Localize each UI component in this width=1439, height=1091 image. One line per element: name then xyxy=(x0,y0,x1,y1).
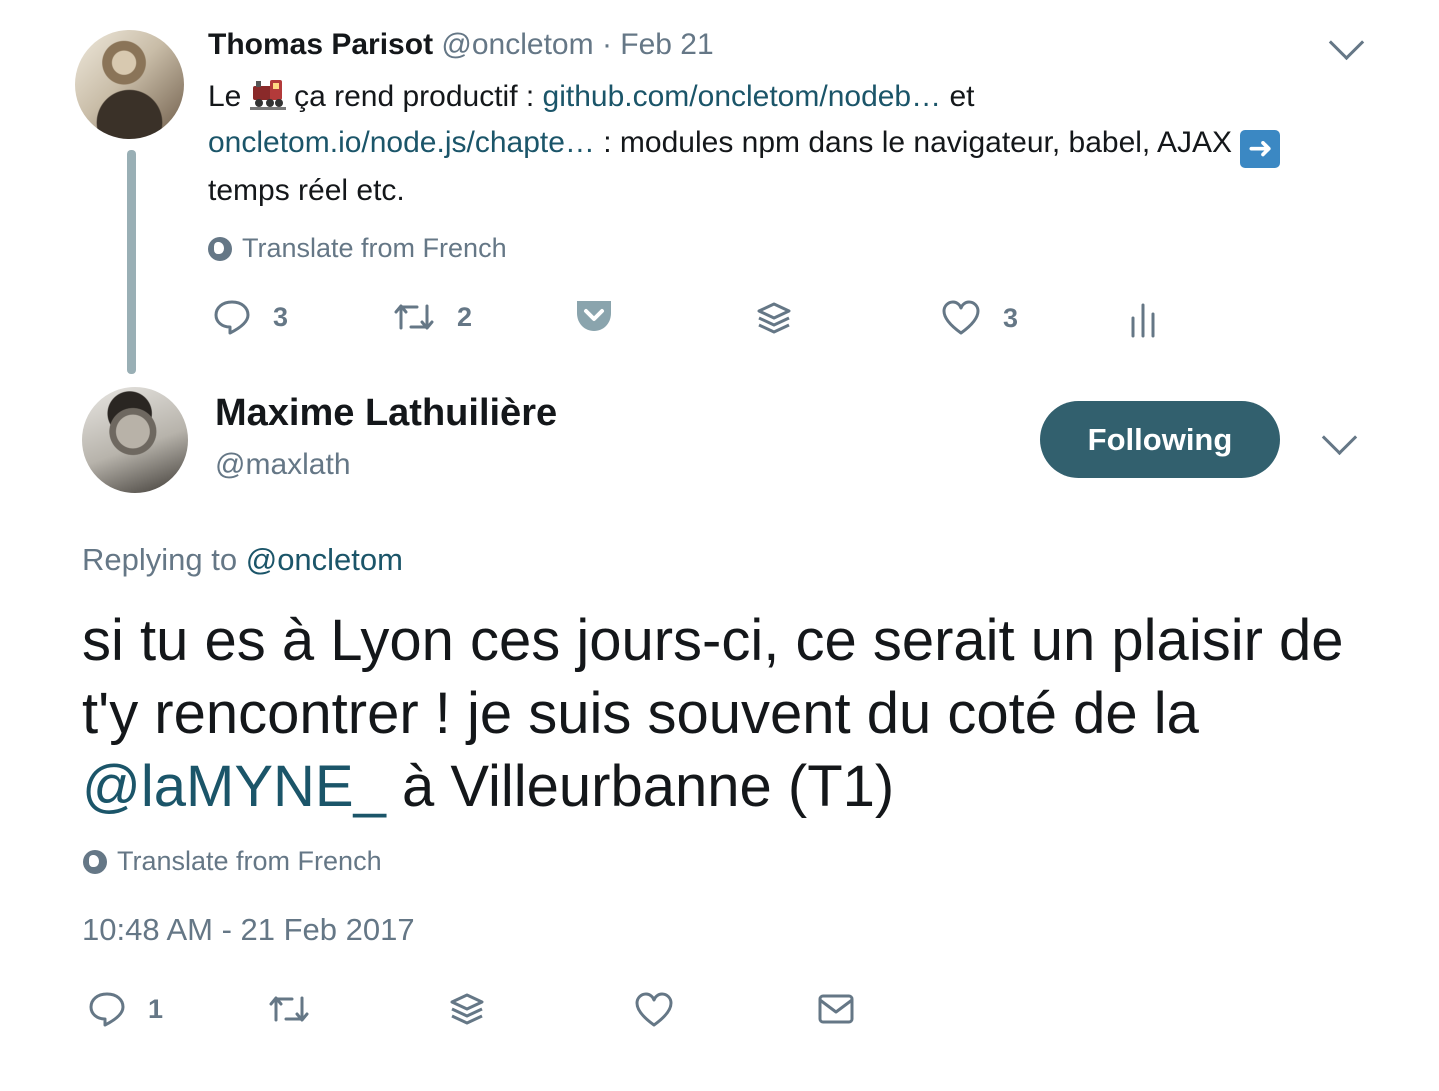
retweet-icon xyxy=(269,996,309,1022)
right-arrow-emoji: ➜ xyxy=(1240,130,1281,168)
parent-buffer-button[interactable] xyxy=(755,300,793,343)
replying-handle-link[interactable]: @oncletom xyxy=(246,542,403,577)
globe-icon xyxy=(83,849,107,874)
main-retweet-button[interactable] xyxy=(268,990,310,1033)
parent-tweet-menu[interactable] xyxy=(1328,24,1365,61)
globe-icon xyxy=(208,236,232,261)
parent-tweet-date[interactable]: Feb 21 xyxy=(620,28,713,61)
main-text-segment: à Villeurbanne (T1) xyxy=(401,754,895,819)
parent-reply-button[interactable]: 3 xyxy=(213,298,288,336)
main-text-segment: si tu es à Lyon ces jours-ci, ce serait … xyxy=(82,608,1344,746)
dm-icon xyxy=(818,994,854,1024)
parent-text-segment: Le xyxy=(208,80,242,113)
date-separator: · xyxy=(601,28,612,61)
parent-translate-link[interactable]: Translate from French xyxy=(208,233,507,264)
parent-text-segment: : modules npm dans le navigateur, babel,… xyxy=(603,126,1232,159)
buffer-icon xyxy=(757,302,791,334)
parent-text-segment: temps réel etc. xyxy=(208,174,405,207)
following-button[interactable]: Following xyxy=(1040,401,1280,478)
chevron-down-icon xyxy=(1321,419,1358,456)
parent-text-segment: ça rend productif : xyxy=(294,80,535,113)
parent-retweet-button[interactable]: 2 xyxy=(393,298,472,336)
main-author-handle[interactable]: @maxlath xyxy=(215,448,351,482)
main-tweet-menu[interactable] xyxy=(1321,419,1358,456)
reply-count: 3 xyxy=(273,301,289,332)
pocket-button[interactable] xyxy=(575,299,613,338)
direct-message-button[interactable] xyxy=(817,992,855,1031)
main-author-name[interactable]: Maxime Lathuilière xyxy=(215,392,557,435)
reply-icon xyxy=(89,992,125,1027)
parent-author-avatar[interactable] xyxy=(75,30,184,139)
like-icon xyxy=(635,992,673,1027)
parent-tweet-header: Thomas Parisot @oncletom · Feb 21 xyxy=(208,28,714,62)
like-count: 3 xyxy=(1003,302,1019,333)
oncletom-io-link[interactable]: oncletom.io/node.js/chapte… xyxy=(208,126,595,159)
parent-text-segment: et xyxy=(949,80,975,113)
replying-to: Replying to @oncletom xyxy=(82,542,403,578)
parent-author-name[interactable]: Thomas Parisot xyxy=(208,28,433,61)
train-emoji xyxy=(249,78,286,110)
translate-label: Translate from French xyxy=(242,233,507,263)
analytics-icon xyxy=(1131,303,1155,338)
retweet-icon xyxy=(394,304,434,330)
main-reply-button[interactable]: 1 xyxy=(88,990,163,1028)
parent-tweet-text: Le ça rend productif : github.com/onclet… xyxy=(208,74,1378,214)
chevron-down-icon xyxy=(1328,24,1365,61)
pocket-icon xyxy=(577,301,611,331)
github-link[interactable]: github.com/oncletom/nodeb… xyxy=(543,80,942,113)
lamyne-mention-link[interactable]: @laMYNE_ xyxy=(82,754,386,819)
reply-icon xyxy=(214,300,250,335)
main-like-button[interactable] xyxy=(634,991,674,1034)
main-translate-link[interactable]: Translate from French xyxy=(83,846,382,877)
like-icon xyxy=(942,300,980,335)
tweet-timestamp[interactable]: 10:48 AM - 21 Feb 2017 xyxy=(82,912,415,948)
parent-author-handle[interactable]: @oncletom xyxy=(441,28,593,61)
translate-label: Translate from French xyxy=(117,846,382,876)
analytics-button[interactable] xyxy=(1130,302,1156,343)
reply-count: 1 xyxy=(148,993,164,1024)
main-tweet-text: si tu es à Lyon ces jours-ci, ce serait … xyxy=(82,604,1382,823)
main-buffer-button[interactable] xyxy=(448,991,486,1034)
parent-like-button[interactable]: 3 xyxy=(941,299,1018,337)
retweet-count: 2 xyxy=(457,301,473,332)
buffer-icon xyxy=(450,993,484,1025)
replying-prefix: Replying to xyxy=(82,542,238,577)
thread-connector-line xyxy=(127,150,136,374)
main-author-avatar[interactable] xyxy=(82,387,188,493)
